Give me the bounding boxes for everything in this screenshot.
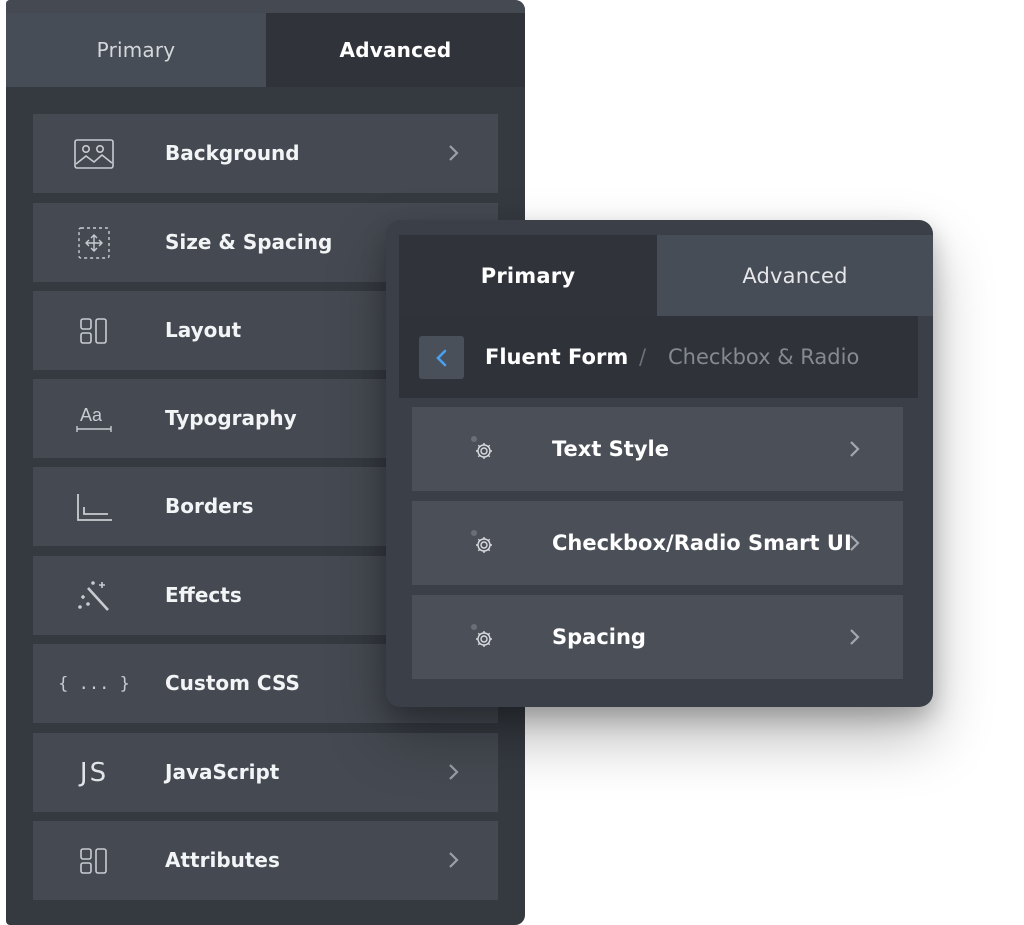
back-button[interactable] [419,336,464,379]
menu-item-label: Layout [165,318,242,342]
tab-primary[interactable]: Primary [399,235,657,316]
gear-icon [468,621,498,651]
menu-item-label: Borders [165,494,254,518]
menu-item-label: Attributes [165,848,280,872]
chevron-right-icon [842,437,866,461]
chevron-right-icon [441,760,465,784]
chevron-right-icon [441,848,465,872]
menu-item-label: Text Style [552,437,669,461]
chevron-left-icon [433,347,451,369]
image-icon [71,136,117,172]
layout-icon [71,843,117,879]
borders-icon [71,489,117,525]
menu-item-text-style[interactable]: Text Style [412,407,903,491]
breadcrumb-current: Fluent Form [485,345,629,369]
menu-item-label: Checkbox/Radio Smart UI [552,531,852,555]
panel-tabs: Primary Advanced [6,0,525,87]
menu-item-javascript[interactable]: JS JavaScript [33,733,498,812]
gear-icon [468,433,498,463]
magic-wand-icon [71,578,117,614]
layout-icon [71,313,117,349]
chevron-right-icon [441,141,465,165]
menu-item-checkbox-radio-smart-ui[interactable]: Checkbox/Radio Smart UI [412,501,903,585]
breadcrumb-separator: / [639,345,647,369]
tab-advanced[interactable]: Advanced [657,235,933,316]
chevron-right-icon [842,625,866,649]
javascript-icon: JS [79,758,109,788]
menu-item-label: Effects [165,583,242,607]
breadcrumb-next[interactable]: Checkbox & Radio [668,316,859,398]
breadcrumb: Fluent Form / Checkbox & Radio [399,316,918,398]
menu-item-label: Size & Spacing [165,230,333,254]
typography-icon: Aa [71,401,117,437]
menu-item-label: Typography [165,406,297,430]
move-icon [71,225,117,261]
fluent-form-settings-panel: Primary Advanced Fluent Form / Checkbox … [386,220,933,707]
chevron-right-icon [842,531,866,555]
menu-item-label: Background [165,141,300,165]
tab-advanced[interactable]: Advanced [266,13,525,87]
gear-icon [468,527,498,557]
code-braces-icon: { ... } [58,674,130,694]
tab-primary[interactable]: Primary [6,13,266,87]
menu-item-label: JavaScript [165,760,280,784]
menu-item-label: Custom CSS [165,671,300,695]
menu-item-attributes[interactable]: Attributes [33,821,498,900]
menu-item-spacing[interactable]: Spacing [412,595,903,679]
menu-item-label: Spacing [552,625,646,649]
svg-text:Aa: Aa [80,405,103,425]
menu-item-background[interactable]: Background [33,114,498,193]
